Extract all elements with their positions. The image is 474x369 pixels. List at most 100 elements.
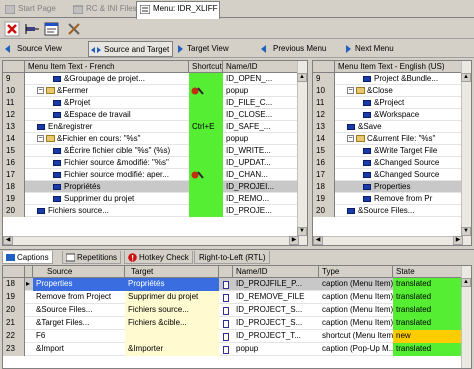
table-row[interactable]: 13 En&registrer Ctrl+E ID_SAFE_... <box>3 121 307 133</box>
tab-rc-ini-files[interactable]: RC & INI Files* <box>70 2 136 18</box>
scroll-left-button[interactable]: ◀ <box>3 236 13 245</box>
table-row[interactable]: 12 &Espace de travail ID_CLOSE... <box>3 109 307 121</box>
close-icon[interactable] <box>4 21 20 37</box>
row-number: 14 <box>3 133 25 145</box>
table-row[interactable]: 10 − &Fermer popup <box>3 85 307 97</box>
collapse-icon[interactable]: − <box>37 135 44 143</box>
previous-menu-button[interactable]: Previous Menu <box>258 41 329 57</box>
source-cell[interactable]: &Import <box>33 343 125 356</box>
row-number: 17 <box>3 169 25 181</box>
horizontal-scrollbar[interactable]: ◀ ▶ <box>3 236 299 245</box>
column-header-target[interactable]: Target <box>125 266 219 278</box>
shortcut-cell: Ctrl+E <box>189 121 223 133</box>
table-row[interactable]: 20 &Source Files... <box>313 205 471 217</box>
column-header-source[interactable]: Source <box>33 266 125 278</box>
column-header-state[interactable]: State <box>393 266 463 278</box>
target-cell[interactable] <box>125 330 219 343</box>
grid-row[interactable]: 19 Remove from Project Supprimer du projet… <box>3 291 471 304</box>
next-menu-button[interactable]: Next Menu <box>340 41 397 57</box>
table-row[interactable]: 14 − &Fichier en cours: "%s" popup <box>3 133 307 145</box>
column-header-name-id[interactable]: Name/ID <box>223 61 299 73</box>
table-row[interactable]: 9 &Groupage de projet... ID_OPEN_... <box>3 73 307 85</box>
table-row[interactable]: 18 Properties <box>313 181 471 193</box>
menu-item-label: Propriétés <box>64 182 101 191</box>
vertical-scrollbar[interactable]: ▲ <box>461 266 471 368</box>
column-header-name-id[interactable]: Name/ID <box>233 266 319 278</box>
row-number: 13 <box>313 121 335 133</box>
table-row[interactable]: 19 Remove from Pr <box>313 193 471 205</box>
tab-hotkey-check[interactable]: Hotkey Check <box>124 251 193 264</box>
target-cell[interactable]: &Importer <box>125 343 219 356</box>
tools-icon[interactable] <box>66 21 82 37</box>
grid-row[interactable]: 20 &Source Files... Fichiers source... ID_P… <box>3 304 471 317</box>
table-row[interactable]: 13 &Save <box>313 121 471 133</box>
grid-row[interactable]: 22 F6 ID_PROJECT_T... shortcut (Menu Item) n… <box>3 330 471 343</box>
pin-icon[interactable] <box>24 21 40 37</box>
grid-row[interactable]: 21 &Target Files... Fichiers &cible... ID_P… <box>3 317 471 330</box>
scroll-left-button[interactable]: ◀ <box>313 236 323 245</box>
horizontal-scrollbar[interactable]: ◀ ▶ <box>313 236 463 245</box>
scroll-up-button[interactable]: ▲ <box>461 278 471 287</box>
target-cell[interactable]: Fichiers source... <box>125 304 219 317</box>
table-row[interactable]: 12 &Workspace <box>313 109 471 121</box>
table-row[interactable]: 17 Fichier source modifié: aper... ID_CHAN… <box>3 169 307 181</box>
target-cell[interactable]: Propriétés <box>125 278 219 291</box>
source-and-target-button[interactable]: Source and Target <box>88 41 174 57</box>
source-cell[interactable]: &Source Files... <box>33 304 125 317</box>
grid-row[interactable]: 18 ▸ Properties Propriétés ID_PROJFILE_P... c… <box>3 278 471 291</box>
column-header-type[interactable]: Type <box>319 266 393 278</box>
target-view-button[interactable]: Target View <box>172 41 232 57</box>
scroll-up-button[interactable]: ▲ <box>461 73 471 82</box>
menu-item-text: &Write Target File <box>335 145 463 157</box>
tab-repetitions[interactable]: Repetitions <box>62 251 122 264</box>
start-page-icon <box>5 5 15 14</box>
table-row[interactable]: 16 &Changed Source <box>313 157 471 169</box>
collapse-icon[interactable]: − <box>347 135 354 143</box>
grid-row[interactable]: 23 &Import &Importer popup caption (Pop-Up M… <box>3 343 471 356</box>
menu-item-text: &Écrire fichier cible "%s" (%s) <box>25 145 189 157</box>
table-row[interactable]: 10 − &Close <box>313 85 471 97</box>
shortcut-cell <box>189 157 223 169</box>
target-cell[interactable]: Fichiers &cible... <box>125 317 219 330</box>
source-cell[interactable]: Remove from Project <box>33 291 125 304</box>
source-cell[interactable]: &Target Files... <box>33 317 125 330</box>
properties-icon[interactable] <box>44 21 60 37</box>
source-cell[interactable]: Properties <box>33 278 125 291</box>
table-row[interactable]: 9 Project &Bundle... <box>313 73 471 85</box>
scroll-down-button[interactable]: ▼ <box>461 227 471 236</box>
table-row[interactable]: 19 Supprimer du projet ID_REMO... <box>3 193 307 205</box>
vertical-scrollbar[interactable]: ▲ ▼ <box>461 61 471 245</box>
target-cell[interactable]: Supprimer du projet <box>125 291 219 304</box>
collapse-icon[interactable]: − <box>37 87 44 95</box>
scroll-down-button[interactable]: ▼ <box>297 227 307 236</box>
menu-item-text: Supprimer du projet <box>25 193 189 205</box>
menu-item-icon <box>53 159 61 166</box>
column-header-text[interactable]: Menu Item Text - French <box>25 61 189 73</box>
tab-right-to-left[interactable]: Right-to-Left (RTL) <box>194 251 270 264</box>
table-row[interactable]: 18 Propriétés ID_PROJEI... <box>3 181 307 193</box>
tab-menu-idr-xliff[interactable]: Menu: IDR_XLIFF <box>136 1 220 19</box>
table-row[interactable]: 17 &Changed Source <box>313 169 471 181</box>
source-cell[interactable]: F6 <box>33 330 125 343</box>
tab-captions[interactable]: Captions <box>2 251 53 264</box>
scroll-up-button[interactable]: ▲ <box>297 73 307 82</box>
table-row[interactable]: 16 Fichier source &modifié: "%s" ID_UPDAT.… <box>3 157 307 169</box>
vertical-scrollbar[interactable]: ▲ ▼ <box>297 61 307 245</box>
table-row[interactable]: 11 &Projet ID_FILE_C... <box>3 97 307 109</box>
column-header-shortcut[interactable]: Shortcut <box>189 61 223 73</box>
scroll-right-button[interactable]: ▶ <box>289 236 299 245</box>
name-id-cell: ID_PROJFILE_P... <box>236 279 303 288</box>
table-row[interactable]: 20 Fichiers source... ID_PROJE... <box>3 205 307 217</box>
doc-glyph <box>223 306 229 315</box>
table-row[interactable]: 14 − C&urrent File: "%s" <box>313 133 471 145</box>
row-indicator: ▸ <box>26 279 31 288</box>
collapse-icon[interactable]: − <box>347 87 354 95</box>
table-row[interactable]: 15 &Write Target File <box>313 145 471 157</box>
source-view-button[interactable]: Source View <box>2 41 65 57</box>
table-row[interactable]: 15 &Écrire fichier cible "%s" (%s) ID_WRIT… <box>3 145 307 157</box>
table-row[interactable]: 11 &Project <box>313 97 471 109</box>
tab-start-page[interactable]: Start Page <box>2 2 70 18</box>
scroll-right-button[interactable]: ▶ <box>453 236 463 245</box>
column-header-text-english[interactable]: Menu Item Text - English (US) <box>335 61 463 73</box>
captions-grid: Source Target Name/ID Type State 18 ▸ Prop… <box>2 265 472 369</box>
